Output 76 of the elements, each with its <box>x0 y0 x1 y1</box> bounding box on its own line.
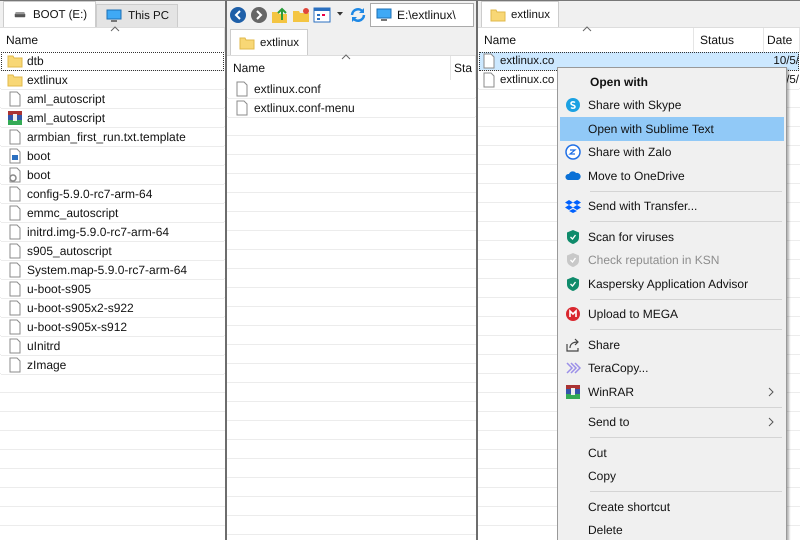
file-name: u-boot-s905 <box>27 282 92 296</box>
file-name: boot <box>27 168 50 182</box>
file-name: uInitrd <box>27 339 60 353</box>
menu-item[interactable]: Delete <box>560 518 784 540</box>
menu-heading: Open with <box>589 74 649 91</box>
view-button[interactable] <box>313 5 331 25</box>
menu-item[interactable]: Open with Sublime Text <box>560 117 784 140</box>
chevron-icon <box>768 417 774 428</box>
menu-item[interactable]: Create shortcut <box>560 495 784 518</box>
tab[interactable]: extlinux <box>230 29 308 55</box>
file-name: extlinux.co <box>500 74 554 86</box>
address-field[interactable]: E:\extlinux\ <box>370 3 474 27</box>
archive-icon <box>7 110 23 126</box>
file-row[interactable]: zImage <box>1 356 224 375</box>
menu-item[interactable]: Upload to MEGA <box>560 302 784 326</box>
sort-icon <box>582 26 592 32</box>
shield-icon <box>565 228 581 245</box>
zalo-icon <box>565 144 581 160</box>
file-name: extlinux.conf-menu <box>254 101 355 115</box>
menu-item[interactable]: Send with Transfer... <box>560 194 784 218</box>
sort-icon <box>341 54 351 60</box>
menu-item[interactable]: Send to <box>560 410 784 434</box>
file-name: aml_autoscript <box>27 111 106 125</box>
menu-item[interactable]: Move to OneDrive <box>560 164 784 188</box>
shield-icon <box>565 252 581 268</box>
file-name: initrd.img-5.9.0-rc7-arm-64 <box>27 225 170 239</box>
file-name: extlinux.co <box>500 55 554 67</box>
sort-icon <box>110 26 120 32</box>
file-name: u-boot-s905x-s912 <box>27 320 128 334</box>
file-name: s905_autoscript <box>27 244 112 258</box>
menu-item[interactable]: Share with Skype <box>560 94 784 117</box>
folder-icon <box>490 6 506 22</box>
folder-icon <box>239 34 255 50</box>
folder-up-button[interactable] <box>271 5 289 25</box>
menu-item[interactable]: Cut <box>560 441 784 464</box>
file-name: dtb <box>27 54 44 68</box>
file-name: System.map-5.9.0-rc7-arm-64 <box>27 263 188 277</box>
file-name: extlinux.conf <box>254 82 321 96</box>
file-name: boot <box>27 149 50 163</box>
menu-item[interactable]: WinRAR <box>560 380 784 404</box>
file-row[interactable]: dtb <box>1 52 224 71</box>
tab[interactable]: BOOT (E:) <box>3 1 96 27</box>
menu-item[interactable]: Kaspersky Application Advisor <box>560 272 784 296</box>
back-button[interactable] <box>229 5 247 25</box>
file-row[interactable]: extlinux.conf-menu <box>228 99 475 118</box>
file-name: emmc_autoscript <box>27 206 118 220</box>
archive-icon <box>565 384 581 400</box>
date-text: 10/5/ <box>773 55 799 67</box>
file-row[interactable]: aml_autoscript <box>1 90 224 109</box>
file-name: u-boot-s905x2-s922 <box>27 301 134 315</box>
menu-item[interactable]: Share <box>560 333 784 356</box>
monitor-icon <box>105 8 124 24</box>
file-name: extlinux <box>27 73 68 87</box>
chevrons-icon <box>565 360 581 376</box>
gear-icon <box>7 167 23 183</box>
skype-icon <box>565 97 581 114</box>
menu-item[interactable]: TeraCopy... <box>560 356 784 380</box>
date-text: /5/ <box>786 74 799 86</box>
mega-icon <box>565 306 581 322</box>
new-folder-button[interactable] <box>292 5 310 25</box>
share-icon <box>565 336 581 353</box>
shield-icon <box>565 276 581 292</box>
menu-item[interactable]: Scan for viruses <box>560 225 784 248</box>
tab[interactable]: This PC <box>96 4 178 27</box>
image-icon <box>7 148 23 164</box>
menu-item[interactable]: Copy <box>560 464 784 488</box>
file-name: aml_autoscript <box>27 92 106 106</box>
menu-item[interactable]: Share with Zalo <box>560 140 784 164</box>
chevron-icon <box>768 386 774 397</box>
monitor-icon <box>375 7 393 23</box>
tab[interactable]: extlinux <box>481 1 559 27</box>
dropbox-icon <box>565 198 581 214</box>
file-name: config-5.9.0-rc7-arm-64 <box>27 187 152 201</box>
file-name: armbian_first_run.txt.template <box>27 130 186 144</box>
forward-button[interactable] <box>250 5 268 25</box>
file-name: zImage <box>27 358 66 372</box>
